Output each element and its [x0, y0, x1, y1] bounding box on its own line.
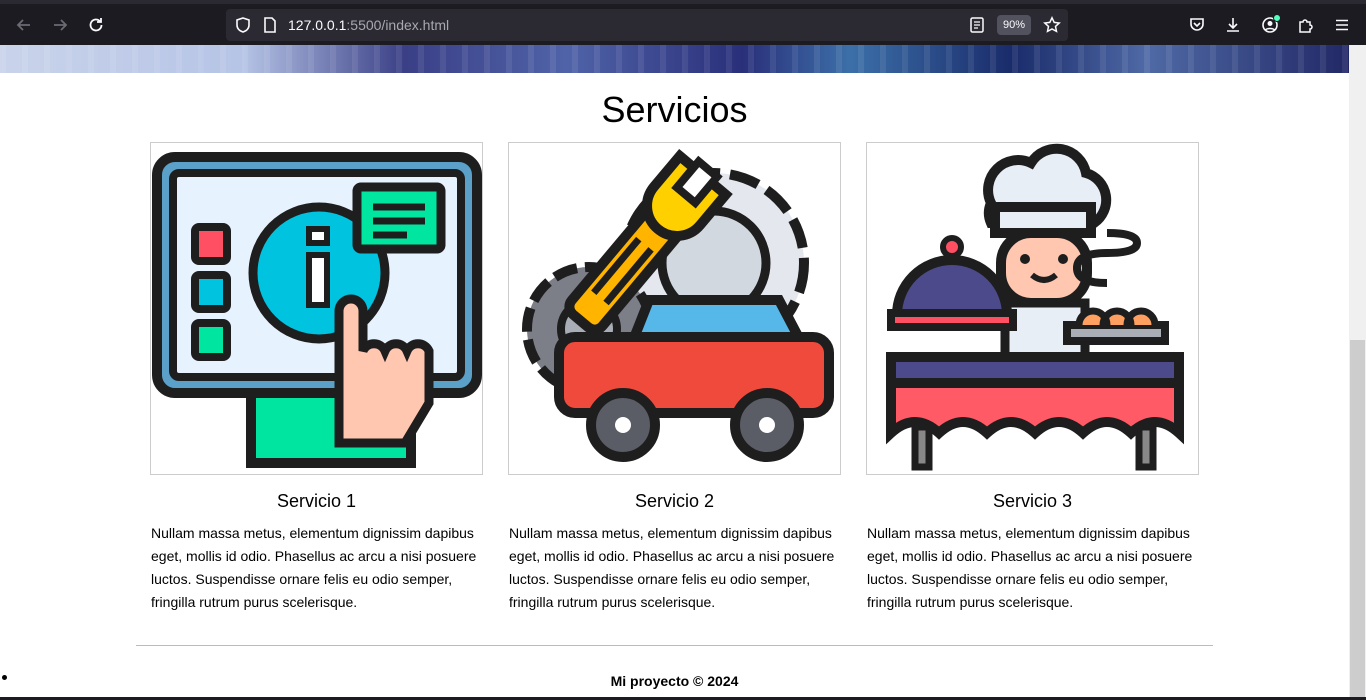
address-bar[interactable]: 127.0.0.1:5500/index.html 90%	[226, 9, 1068, 41]
pocket-button[interactable]	[1186, 14, 1208, 36]
scrollbar-thumb[interactable]	[1350, 340, 1365, 697]
chef-catering-icon	[866, 142, 1199, 475]
footer-copyright: Mi proyecto © 2024	[610, 673, 739, 689]
car-repair-icon	[508, 142, 841, 475]
back-button[interactable]	[10, 11, 38, 39]
url-host: 127.0.0.1	[288, 17, 347, 33]
hamburger-menu-icon	[1336, 19, 1348, 31]
page-scrollbar[interactable]	[1349, 45, 1366, 700]
services-title: Servicios	[601, 89, 748, 130]
service-title: Servicio 3	[992, 491, 1073, 511]
shield-icon[interactable]	[234, 16, 252, 34]
page-viewport: Servicios Servicio 1 Nullam massa metus,…	[0, 45, 1349, 700]
service-title: Servicio 1	[276, 491, 357, 511]
service-card-2: Servicio 2 Nullam massa metus, elementum…	[508, 142, 841, 614]
reload-icon	[89, 18, 103, 32]
reader-view-icon[interactable]	[968, 16, 986, 34]
notification-dot	[1273, 14, 1281, 22]
bookmark-star-icon[interactable]	[1043, 16, 1061, 34]
back-arrow-icon	[16, 19, 30, 31]
account-button[interactable]	[1259, 14, 1281, 36]
service-title: Servicio 2	[634, 491, 715, 511]
app-menu-button[interactable]	[1331, 14, 1353, 36]
service-card-1: Servicio 1 Nullam massa metus, elementum…	[150, 142, 483, 614]
browser-toolbar: 127.0.0.1:5500/index.html 90%	[0, 0, 1366, 45]
page-icon	[264, 17, 276, 33]
service-description: Nullam massa metus, elementum dignissim …	[509, 525, 835, 610]
reload-button[interactable]	[82, 11, 110, 39]
url-path: :5500/index.html	[346, 17, 450, 33]
puzzle-icon	[1299, 19, 1313, 33]
service-card-3: Servicio 3 Nullam massa metus, elementum…	[866, 142, 1199, 614]
pocket-icon	[1190, 18, 1204, 31]
url-text[interactable]: 127.0.0.1:5500/index.html	[288, 17, 449, 33]
zoom-level-badge[interactable]: 90%	[997, 15, 1031, 35]
service-description: Nullam massa metus, elementum dignissim …	[867, 525, 1193, 610]
footer-divider	[136, 645, 1213, 646]
hero-banner-image	[0, 45, 1349, 73]
downloads-button[interactable]	[1222, 14, 1244, 36]
service-description: Nullam massa metus, elementum dignissim …	[151, 525, 477, 610]
forward-arrow-icon	[54, 19, 68, 31]
info-kiosk-icon	[150, 142, 483, 475]
download-icon	[1227, 18, 1239, 32]
extensions-button[interactable]	[1295, 14, 1317, 36]
forward-button[interactable]	[46, 11, 74, 39]
